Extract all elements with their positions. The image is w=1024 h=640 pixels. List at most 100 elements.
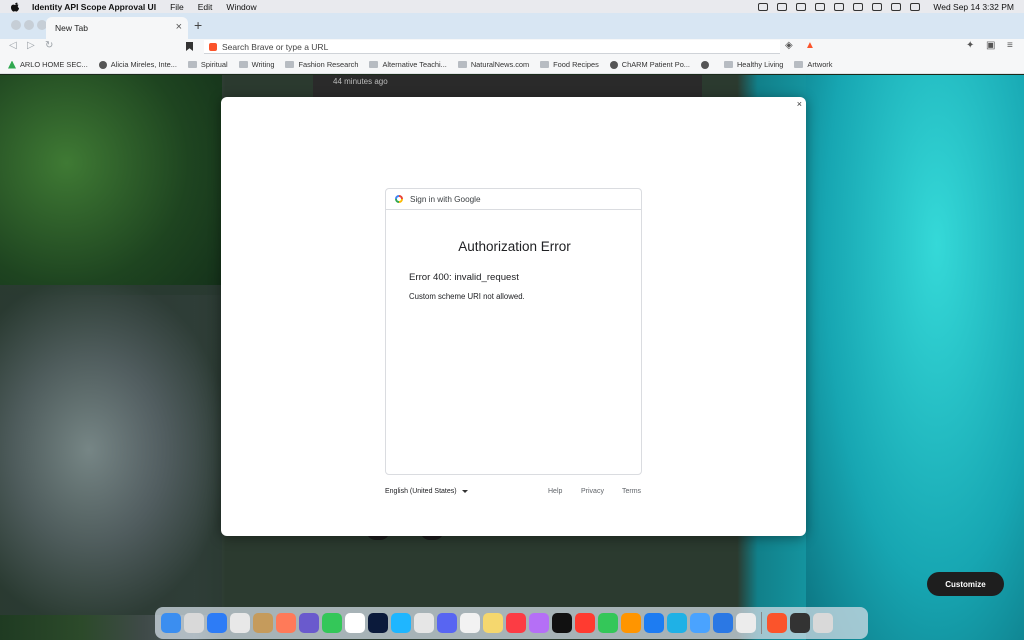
dock-app-icon[interactable] [460,613,480,633]
feed-timestamp: 44 minutes ago [333,77,388,86]
bookmark-item[interactable]: NaturalNews.com [457,60,530,69]
menu-window[interactable]: Window [226,2,256,12]
wifi-icon[interactable] [853,2,864,11]
menu-icon[interactable]: ≡ [1007,40,1013,51]
dock [155,607,868,639]
dock-app-icon[interactable] [276,613,296,633]
background-forest [0,75,222,295]
apple-icon[interactable] [10,2,20,12]
dock-app-icon[interactable] [575,613,595,633]
address-bar[interactable]: Search Brave or type a URL [204,40,780,54]
bookmark-item[interactable]: Artwork [794,60,832,69]
dock-app-icon[interactable] [483,613,503,633]
control-center-icon[interactable] [891,2,902,11]
folder-icon [540,61,550,68]
browser-toolbar: ◁ ▷ ↻ Search Brave or type a URL ◈ ▲ ✦ ▣… [0,39,1024,56]
dock-app-icon[interactable] [813,613,833,633]
bookmark-item[interactable]: Writing [238,60,274,69]
spotlight-icon[interactable] [872,2,883,11]
google-logo-icon [395,195,403,203]
menu-bar: Identity API Scope Approval UI File Edit… [0,0,1024,13]
bookmark-label: Spiritual [200,60,228,69]
bookmark-item[interactable]: ChARM Patient Po... [609,60,690,69]
dock-app-icon[interactable] [506,613,526,633]
menu-clock[interactable]: Wed Sep 14 3:32 PM [933,2,1014,12]
bookmark-item[interactable]: Alternative Teachi... [369,60,447,69]
caret-down-icon [461,490,468,493]
wallet-icon[interactable]: ▣ [986,40,995,51]
bookmark-item[interactable]: Healthy Living [723,60,783,69]
new-tab-button[interactable]: + [194,17,202,33]
battery-icon[interactable] [834,2,845,11]
dock-app-icon[interactable] [767,613,787,633]
dock-app-icon[interactable] [736,613,756,633]
dock-app-icon[interactable] [621,613,641,633]
status-area: Wed Sep 14 3:32 PM [758,0,1014,13]
dock-app-icon[interactable] [207,613,227,633]
background-sea [806,75,1024,640]
dock-app-icon[interactable] [161,613,181,633]
window-minimize-button[interactable] [24,20,34,30]
headphones-icon[interactable] [815,2,826,11]
bookmark-item[interactable] [700,60,713,69]
address-bar-placeholder: Search Brave or type a URL [222,41,329,52]
dock-app-icon[interactable] [529,613,549,633]
folder-icon[interactable] [796,2,807,11]
tab-new-tab[interactable]: New Tab × [46,17,188,39]
bookmark-label: NaturalNews.com [470,60,530,69]
dock-app-icon[interactable] [391,613,411,633]
dock-app-icon[interactable] [644,613,664,633]
help-link[interactable]: Help [548,488,562,495]
dock-app-icon[interactable] [667,613,687,633]
dock-app-icon[interactable] [790,613,810,633]
window-close-button[interactable] [11,20,21,30]
language-label: English (United States) [385,488,457,495]
dock-app-icon[interactable] [322,613,342,633]
folder-icon [794,61,804,68]
screen-record-icon[interactable] [758,2,769,11]
dock-app-icon[interactable] [414,613,434,633]
bookmark-item[interactable]: Food Recipes [540,60,599,69]
bookmark-label: Artwork [807,60,833,69]
menu-edit[interactable]: Edit [198,2,213,12]
brave-rewards-icon[interactable]: ▲ [805,40,815,51]
bookmark-label: Fashion Research [298,60,359,69]
display-icon[interactable] [777,2,788,11]
dialog-close-icon[interactable]: × [797,99,802,109]
siri-icon[interactable] [910,2,921,11]
language-select[interactable]: English (United States) [385,488,468,495]
dock-app-icon[interactable] [184,613,204,633]
reload-icon[interactable]: ↻ [45,40,53,51]
bookmark-icon[interactable] [186,42,193,51]
error-code: Error 400: invalid_request [409,272,519,283]
tab-close-icon[interactable]: × [176,21,182,33]
dock-app-icon[interactable] [713,613,733,633]
extensions-icon[interactable]: ✦ [966,40,974,51]
customize-button[interactable]: Customize [927,572,1004,596]
bookmark-item[interactable]: Alicia Mireles, Inte... [98,60,177,69]
dock-app-icon[interactable] [230,613,250,633]
bookmark-item[interactable]: ARLO HOME SEC... [8,60,88,69]
dock-app-icon[interactable] [552,613,572,633]
dock-app-icon[interactable] [253,613,273,633]
privacy-link[interactable]: Privacy [581,488,604,495]
dock-app-icon[interactable] [690,613,710,633]
menu-file[interactable]: File [170,2,184,12]
menu-app-name[interactable]: Identity API Scope Approval UI [32,2,156,12]
dock-app-icon[interactable] [437,613,457,633]
terms-link[interactable]: Terms [622,488,641,495]
dock-app-icon[interactable] [345,613,365,633]
dock-app-icon[interactable] [299,613,319,633]
forward-icon[interactable]: ▷ [27,40,35,51]
bookmark-item[interactable]: Fashion Research [285,60,358,69]
dock-app-icon[interactable] [598,613,618,633]
bookmark-label: Alternative Teachi... [382,60,447,69]
bookmark-label: Food Recipes [553,60,599,69]
brave-shields-icon[interactable]: ◈ [785,40,793,51]
back-icon[interactable]: ◁ [9,40,17,51]
dock-app-icon[interactable] [368,613,388,633]
bookmark-label: ChARM Patient Po... [621,60,690,69]
bookmark-item[interactable]: Spiritual [187,60,228,69]
globe-icon [609,60,618,69]
tab-title: New Tab [55,23,88,33]
